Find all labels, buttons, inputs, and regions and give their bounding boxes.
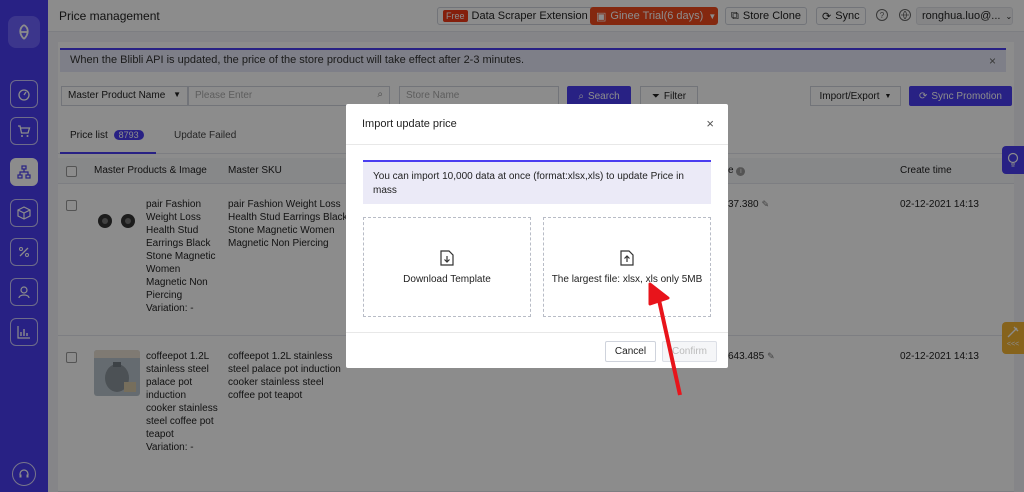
divider [346,144,728,145]
upload-file-icon [620,249,634,266]
upload-file-box[interactable]: The largest file: xlsx, xls only 5MB [543,217,711,317]
download-template-label: Download Template [403,273,491,285]
cancel-button[interactable]: Cancel [605,341,656,362]
download-file-icon [440,249,454,266]
divider [346,332,728,333]
confirm-button[interactable]: Confirm [662,341,717,362]
close-icon[interactable]: × [706,116,714,131]
import-update-price-dialog: Import update price × You can import 10,… [346,104,728,368]
dialog-title: Import update price [362,118,457,130]
download-template-box[interactable]: Download Template [363,217,531,317]
import-info: You can import 10,000 data at once (form… [363,160,711,204]
upload-hint-label: The largest file: xlsx, xls only 5MB [551,273,703,285]
